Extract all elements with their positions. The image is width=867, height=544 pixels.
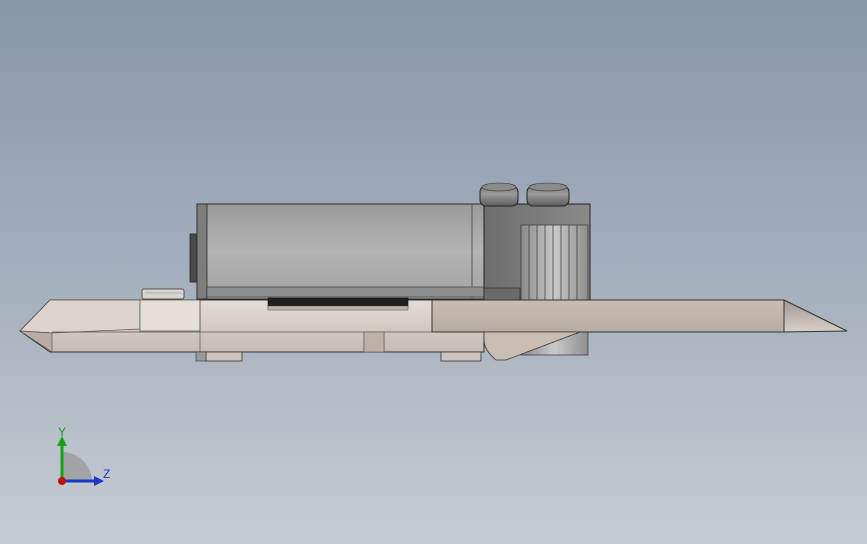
housing-base-rail [206,286,485,298]
foot-left [205,351,243,362]
triad-y-label: Y [58,425,67,439]
right-tip [783,299,848,333]
orientation-triad [57,436,104,486]
triad-plane [62,452,92,481]
left-clip [141,288,185,300]
right-bar [431,299,785,333]
top-knob-right [526,182,570,207]
gear-block-lower [483,287,521,301]
slot-lip [267,305,409,311]
left-tip-lower [18,330,53,353]
slot-strip [267,297,409,308]
housing-left-face [196,203,208,300]
body-step [139,299,201,332]
top-knob-left [479,182,519,207]
cad-viewport[interactable]: Y Z [0,0,867,544]
left-tip [19,299,141,334]
motor-housing [196,203,485,300]
x-axis-dot [58,477,66,485]
body-recess [363,331,385,353]
foot-mid [195,351,207,362]
foot-right [440,351,482,362]
triad-z-label: Z [103,467,111,481]
model-view [18,182,848,486]
